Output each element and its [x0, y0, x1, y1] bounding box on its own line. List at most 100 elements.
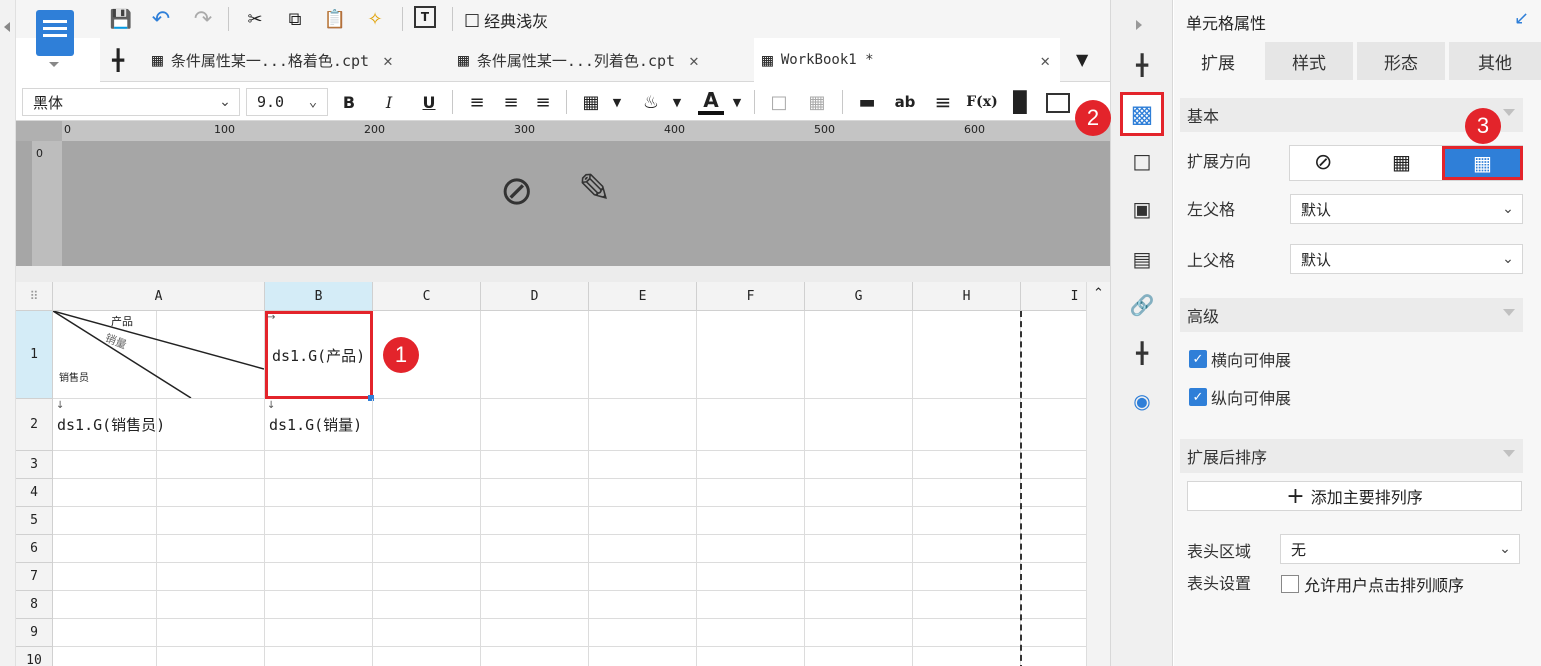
- column-header[interactable]: I: [1021, 282, 1086, 311]
- chevron-down-icon[interactable]: ▼: [724, 89, 750, 115]
- image-icon[interactable]: [1046, 93, 1070, 113]
- cut-icon[interactable]: ✂: [242, 6, 268, 32]
- split-cells-icon[interactable]: ▦: [804, 89, 830, 115]
- merge-cells-icon[interactable]: □: [766, 89, 792, 115]
- float-element-icon[interactable]: □: [1127, 146, 1157, 176]
- tab-style[interactable]: 样式: [1265, 42, 1353, 80]
- column-header[interactable]: B: [265, 282, 373, 311]
- cell-a2[interactable]: ds1.G(销售员): [53, 399, 265, 451]
- column-header[interactable]: D: [481, 282, 589, 311]
- theme-button[interactable]: □ 经典浅灰: [464, 8, 548, 32]
- underline-button[interactable]: U: [416, 89, 442, 115]
- select-all-corner[interactable]: ⠿: [16, 282, 53, 311]
- paste-icon[interactable]: 📋: [322, 6, 348, 32]
- tab-expand[interactable]: 扩展: [1174, 42, 1262, 80]
- column-header[interactable]: F: [697, 282, 805, 311]
- close-icon[interactable]: ✕: [1040, 51, 1050, 70]
- assistant-icon[interactable]: ◉: [1127, 386, 1157, 416]
- collapse-left-icon[interactable]: [4, 22, 10, 32]
- format-painter-icon[interactable]: ✧: [362, 6, 388, 32]
- insert-field-icon[interactable]: ▬: [854, 89, 880, 115]
- horizontal-expand-checkbox[interactable]: ✓ 横向可伸展: [1189, 347, 1291, 371]
- logo-dropdown-icon[interactable]: [49, 62, 59, 67]
- widget-icon[interactable]: ▣: [1127, 194, 1157, 224]
- fill-color-icon[interactable]: ♨: [638, 89, 664, 115]
- chevron-down-icon[interactable]: ▼: [604, 89, 630, 115]
- annotation-badge-3: 3: [1465, 108, 1501, 144]
- row-header[interactable]: 3: [16, 451, 53, 479]
- vertical-scrollbar[interactable]: ⌃: [1086, 282, 1110, 666]
- undo-icon[interactable]: ↶: [148, 6, 174, 32]
- column-header[interactable]: G: [805, 282, 913, 311]
- tab-form[interactable]: 形态: [1357, 42, 1445, 80]
- cell-attributes-icon[interactable]: ▩: [1120, 92, 1164, 136]
- chevron-up-icon[interactable]: ⌃: [1093, 286, 1104, 301]
- row-header[interactable]: 9: [16, 619, 53, 647]
- row-header[interactable]: 4: [16, 479, 53, 507]
- align-right-icon[interactable]: ≡: [530, 89, 556, 115]
- row-header[interactable]: 10: [16, 647, 53, 666]
- expand-panel-icon[interactable]: [1136, 20, 1142, 30]
- close-icon[interactable]: ✕: [689, 51, 699, 70]
- close-icon[interactable]: ✕: [383, 51, 393, 70]
- row-header[interactable]: 1: [16, 311, 53, 399]
- paragraph-icon[interactable]: ≡: [930, 89, 956, 115]
- align-center-icon[interactable]: ≡: [498, 89, 524, 115]
- row-header[interactable]: 2: [16, 399, 53, 451]
- column-header[interactable]: H: [913, 282, 1021, 311]
- spreadsheet-grid[interactable]: ⠿ A B C D E F G H I 1 2 3 4 5 6 7 8 9 10…: [16, 282, 1086, 666]
- italic-button[interactable]: I: [376, 89, 402, 115]
- row-header[interactable]: 8: [16, 591, 53, 619]
- allow-user-sort-checkbox[interactable]: 允许用户点击排列顺序: [1281, 572, 1464, 596]
- workbook-icon[interactable]: ╋: [112, 48, 124, 72]
- tab-condition-column[interactable]: ▦ 条件属性某一...列着色.cpt ✕: [458, 38, 699, 82]
- text-frame-icon[interactable]: T: [414, 6, 436, 28]
- font-family-select[interactable]: 黑体 ⌄: [22, 88, 240, 116]
- horizontal-expand-icon[interactable]: ▦: [1442, 146, 1523, 180]
- edit-pencil-icon[interactable]: ✎: [578, 166, 612, 212]
- hide-icon[interactable]: ⊘: [500, 168, 534, 214]
- tab-other[interactable]: 其他: [1449, 42, 1541, 80]
- tab-condition-cell[interactable]: ▦ 条件属性某一...格着色.cpt ✕: [152, 38, 393, 82]
- row-header[interactable]: 6: [16, 535, 53, 563]
- header-canvas[interactable]: [16, 141, 1110, 266]
- left-collapse-strip[interactable]: [0, 0, 16, 666]
- font-size-select[interactable]: 9.0 ⌄: [246, 88, 328, 116]
- cell-b2[interactable]: ds1.G(销量): [265, 399, 373, 451]
- column-header[interactable]: E: [589, 282, 697, 311]
- font-color-button[interactable]: A: [698, 88, 724, 115]
- section-sort[interactable]: 扩展后排序: [1180, 439, 1523, 473]
- redo-icon[interactable]: ↷: [190, 6, 216, 32]
- cell-element-icon[interactable]: ╋: [1127, 50, 1157, 80]
- formula-icon[interactable]: F(x): [966, 89, 998, 115]
- column-header[interactable]: C: [373, 282, 481, 311]
- align-left-icon[interactable]: ≡: [464, 89, 490, 115]
- tab-workbook1[interactable]: ▦ WorkBook1 * ✕: [754, 38, 1060, 82]
- row-header[interactable]: 5: [16, 507, 53, 535]
- bold-button[interactable]: B: [336, 89, 362, 115]
- section-advanced[interactable]: 高级: [1180, 298, 1523, 332]
- template-icon[interactable]: ╋: [1127, 338, 1157, 368]
- copy-icon[interactable]: ⧉: [282, 6, 308, 32]
- border-icon[interactable]: ▦: [578, 89, 604, 115]
- chart-icon[interactable]: ▉: [1008, 89, 1034, 115]
- vertical-expand-icon[interactable]: ▦: [1392, 150, 1411, 174]
- no-expand-icon[interactable]: ⊘: [1314, 150, 1332, 175]
- cell-a1-diagonal[interactable]: 产品 销量 销售员: [53, 311, 264, 398]
- add-sort-button[interactable]: + 添加主要排列序: [1187, 481, 1522, 511]
- dock-arrow-icon[interactable]: ↙: [1514, 8, 1529, 29]
- left-parent-select[interactable]: 默认 ⌄: [1290, 194, 1523, 224]
- hyperlink-icon[interactable]: 🔗: [1127, 290, 1157, 320]
- vertical-expand-checkbox[interactable]: ✓ 纵向可伸展: [1189, 385, 1291, 409]
- chevron-down-icon[interactable]: ▼: [664, 89, 690, 115]
- save-icon[interactable]: 💾: [108, 6, 134, 32]
- top-parent-select[interactable]: 默认 ⌄: [1290, 244, 1523, 274]
- app-logo-icon[interactable]: [36, 10, 74, 56]
- row-header[interactable]: 7: [16, 563, 53, 591]
- header-area-select[interactable]: 无 ⌄: [1280, 534, 1520, 564]
- column-header[interactable]: A: [53, 282, 265, 311]
- text-icon[interactable]: ab: [892, 89, 918, 115]
- cell-b1[interactable]: ds1.G(产品): [265, 311, 373, 399]
- condition-icon[interactable]: ▤: [1127, 244, 1157, 274]
- tab-list-icon[interactable]: ▼: [1076, 50, 1088, 69]
